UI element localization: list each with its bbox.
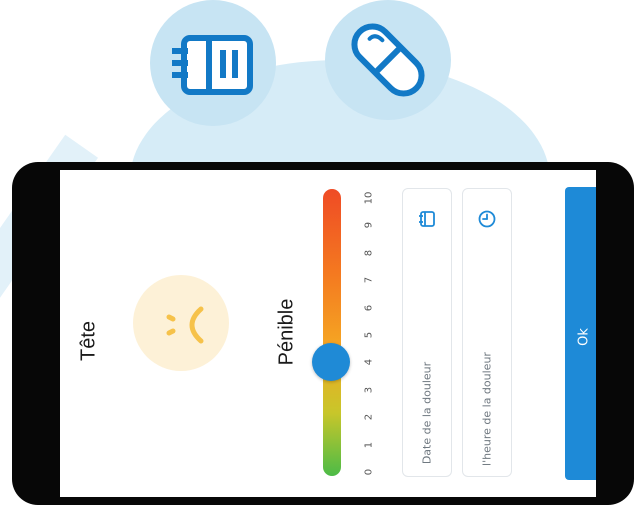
time-field-placeholder: l'heure de la douleur	[480, 352, 494, 466]
time-field[interactable]: l'heure de la douleur	[462, 188, 512, 477]
pain-intensity-slider[interactable]	[323, 189, 341, 476]
ok-button-label: Ok	[576, 328, 592, 346]
intensity-label: Pénible	[275, 298, 298, 366]
slider-tick-8: 8	[363, 249, 375, 256]
calendar-bubble	[150, 0, 276, 126]
date-field[interactable]: Date de la douleur	[402, 188, 452, 477]
slider-tick-5: 5	[363, 331, 375, 339]
clock-icon	[478, 210, 496, 228]
slider-tick-10: 10	[363, 191, 375, 205]
body-location-label: Tête	[77, 320, 100, 362]
pill-bubble	[325, 0, 451, 120]
sad-face-icon	[133, 275, 229, 371]
ok-button[interactable]: Ok	[565, 187, 596, 480]
slider-tick-9: 9	[363, 222, 375, 229]
slider-tick-0: 0	[363, 468, 375, 476]
slider-tick-7: 7	[363, 277, 375, 284]
slider-tick-2: 2	[363, 414, 375, 421]
slider-tick-1: 1	[363, 441, 375, 448]
pain-entry-screen: Tête Pénible 0 1 2 3 4 5 6 7 8 9 10 Date de la dou…	[60, 170, 596, 497]
calendar-icon	[172, 35, 253, 95]
calendar-icon	[419, 211, 435, 227]
slider-tick-6: 6	[363, 304, 375, 311]
date-field-placeholder: Date de la douleur	[420, 361, 434, 465]
slider-tick-4: 4	[363, 359, 375, 366]
pill-icon	[351, 23, 425, 97]
slider-thumb[interactable]	[312, 343, 350, 382]
slider-tick-3: 3	[363, 386, 375, 393]
